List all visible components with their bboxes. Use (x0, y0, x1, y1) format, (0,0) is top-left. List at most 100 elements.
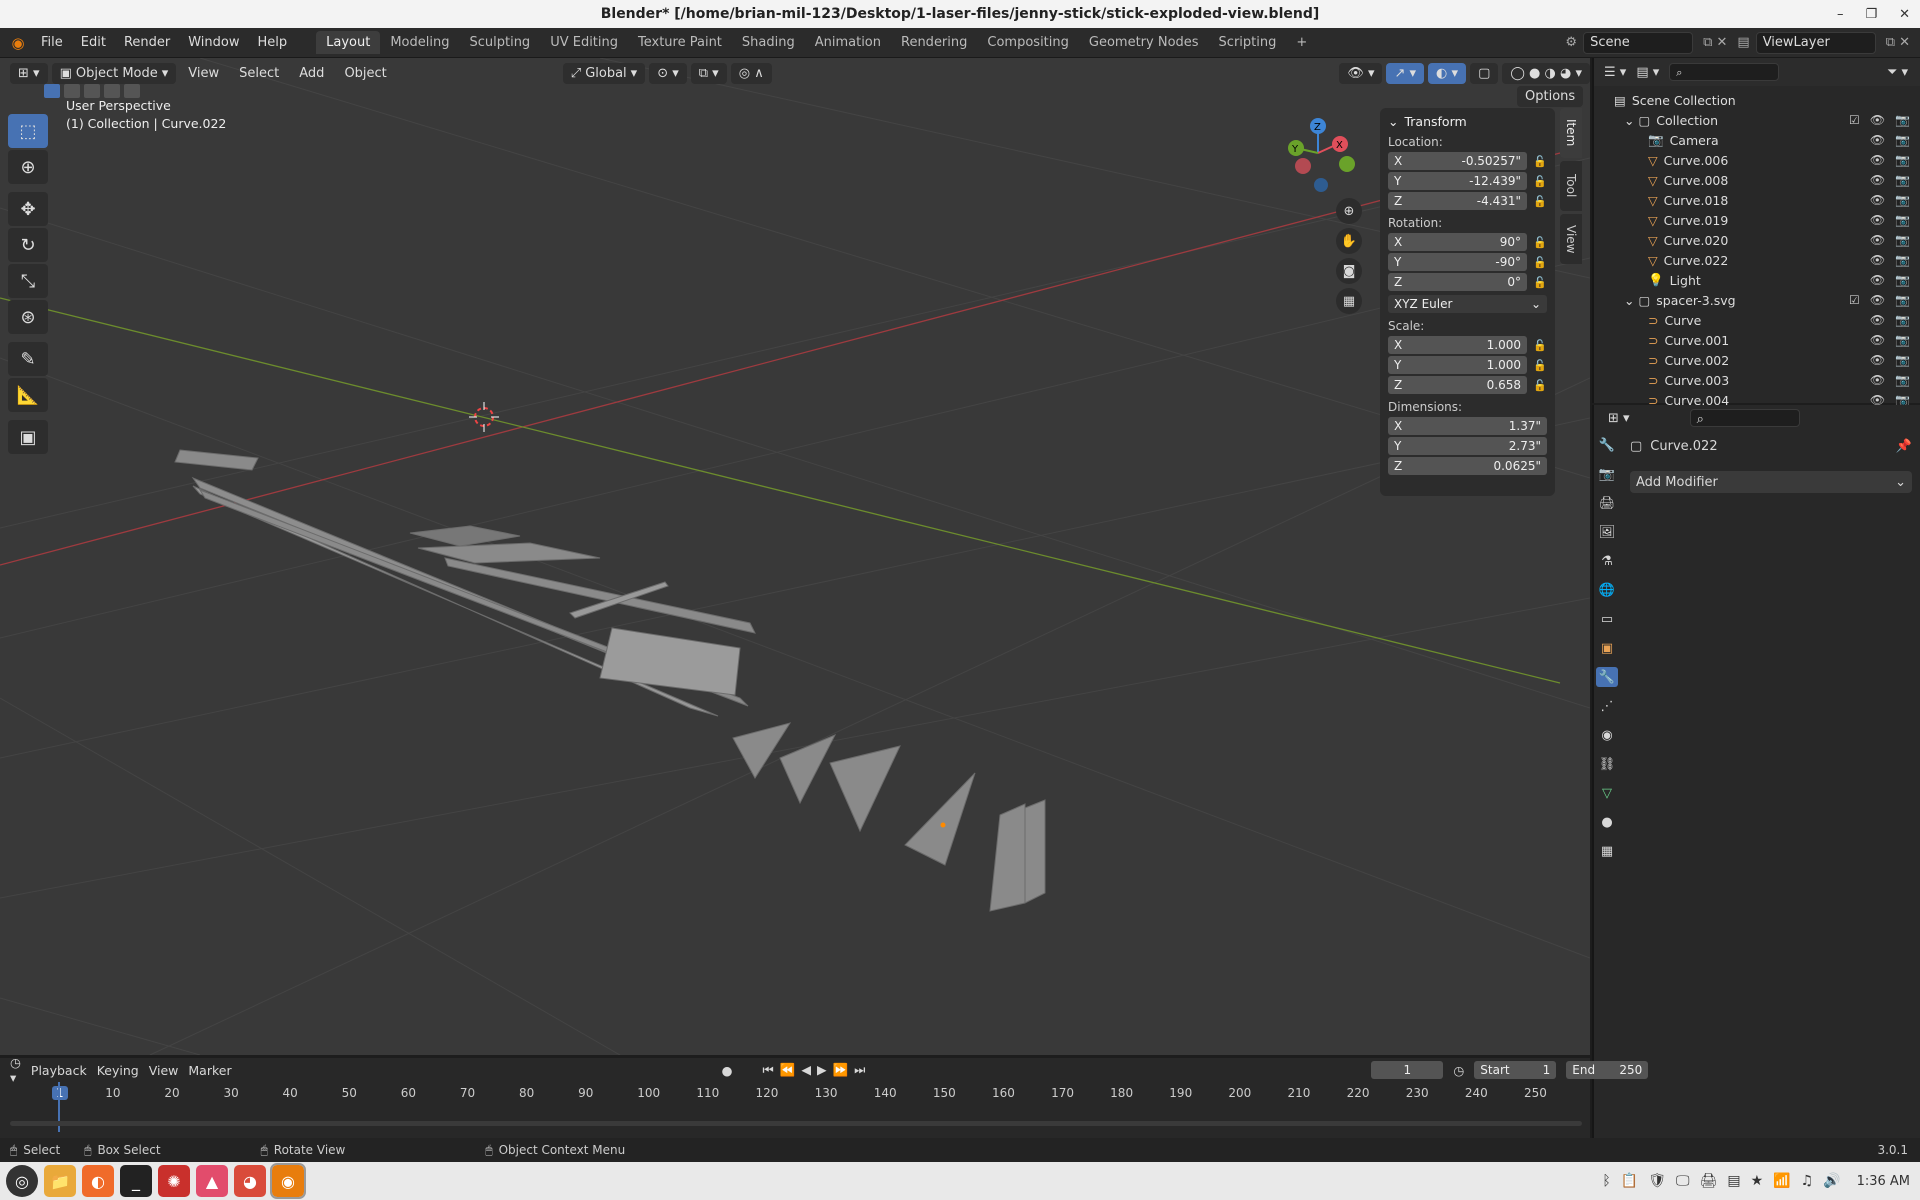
close-icon[interactable]: ✕ (1899, 7, 1910, 22)
move-tool-icon[interactable]: ✥ (8, 192, 48, 226)
eye-icon[interactable]: 👁 (1870, 333, 1885, 347)
snap-icon[interactable]: ⧉ ▾ (690, 62, 727, 84)
eye-icon[interactable]: 👁 (1870, 113, 1885, 127)
menu-edit[interactable]: Edit (72, 35, 115, 50)
list-item[interactable]: ⌄ ▢ Collection ☑ 👁 📷 (1614, 110, 1920, 130)
list-item[interactable]: ⊃ Curve.001 👁 📷 (1614, 330, 1920, 350)
camera-icon[interactable]: 📷 (1895, 313, 1910, 327)
menu-view[interactable]: View (180, 63, 227, 84)
overlay-toggle-icon[interactable]: ◐ ▾ (1428, 62, 1467, 84)
physics-icon[interactable]: ◉ (1596, 725, 1618, 745)
zoom-icon[interactable]: ⊕ (1336, 198, 1362, 224)
tab-uv-editing[interactable]: UV Editing (540, 31, 628, 54)
add-workspace-icon[interactable]: + (1286, 31, 1317, 54)
properties-editor-icon[interactable]: ⊞ ▾ (1608, 411, 1630, 426)
camera-icon[interactable]: 📷 (1895, 373, 1910, 387)
eye-icon[interactable]: 👁 (1870, 273, 1885, 287)
list-item[interactable]: ▽ Curve.018 👁 📷 (1614, 190, 1920, 210)
menu-marker[interactable]: Marker (188, 1063, 231, 1078)
start-frame-field[interactable]: Start 1 (1474, 1061, 1557, 1079)
scene-props-icon[interactable]: ⚗ (1596, 551, 1618, 571)
select-subtract-icon[interactable] (84, 84, 100, 98)
camera-icon[interactable]: 📷 (1895, 193, 1910, 207)
add-modifier-button[interactable]: Add Modifier ⌄ (1630, 471, 1912, 493)
rotate-tool-icon[interactable]: ↻ (8, 228, 48, 262)
lock-icon[interactable]: 🔓 (1533, 359, 1547, 372)
end-frame-field[interactable]: End 250 (1566, 1061, 1649, 1079)
camera-icon[interactable]: 📷 (1895, 173, 1910, 187)
pan-hand-icon[interactable]: ✋ (1336, 228, 1362, 254)
notes-icon[interactable]: ▤ (1727, 1173, 1740, 1189)
bluetooth-icon[interactable]: ᛒ (1602, 1173, 1610, 1189)
tab-animation[interactable]: Animation (805, 31, 891, 54)
tab-item[interactable]: Item (1560, 108, 1582, 158)
mesh-objects[interactable] (174, 449, 1046, 912)
navigation-gizmo[interactable]: Z X Y (1288, 118, 1355, 192)
clock-icon[interactable]: ◷ (1453, 1063, 1464, 1078)
menu-add[interactable]: Add (291, 63, 332, 84)
world-icon[interactable]: 🌐 (1596, 580, 1618, 600)
render-icon[interactable]: 📷 (1596, 464, 1618, 484)
list-item[interactable]: ⊃ Curve 👁 📷 (1614, 310, 1920, 330)
rotation-y-field[interactable]: Y -90° (1388, 253, 1527, 271)
camera-icon[interactable]: 📷 (1895, 293, 1910, 307)
data-props-icon[interactable]: ▽ (1596, 783, 1618, 803)
tab-view[interactable]: View (1560, 214, 1582, 264)
dimensions-z-field[interactable]: Z 0.0625" (1388, 457, 1547, 475)
scene-icon[interactable]: ⚙ (1565, 35, 1577, 50)
location-y-field[interactable]: Y -12.439" (1388, 172, 1527, 190)
tab-geometry-nodes[interactable]: Geometry Nodes (1079, 31, 1209, 54)
location-z-field[interactable]: Z -4.431" (1388, 192, 1527, 210)
camera-icon[interactable]: 📷 (1895, 333, 1910, 347)
lock-icon[interactable]: 🔓 (1533, 236, 1547, 249)
app-icon[interactable]: ✺ (158, 1165, 190, 1197)
restore-icon[interactable]: ❐ (1865, 7, 1877, 22)
measure-tool-icon[interactable]: 📐 (8, 378, 48, 412)
proportional-edit-icon[interactable]: ◎ ∧ (730, 62, 772, 84)
tab-compositing[interactable]: Compositing (977, 31, 1079, 54)
camera-icon[interactable]: 📷 (1895, 253, 1910, 267)
scale-x-field[interactable]: X 1.000 (1388, 336, 1527, 354)
tab-rendering[interactable]: Rendering (891, 31, 977, 54)
eye-icon[interactable]: 👁 (1870, 253, 1885, 267)
wifi-icon[interactable]: 📶 (1773, 1173, 1790, 1189)
scale-tool-icon[interactable]: ⤡ (8, 264, 48, 298)
menu-select[interactable]: Select (231, 63, 287, 84)
menu-file[interactable]: File (32, 35, 72, 50)
checkbox-icon[interactable]: ☑ (1849, 113, 1860, 127)
firefox-icon[interactable]: ◐ (82, 1165, 114, 1197)
eye-icon[interactable]: 👁 (1870, 173, 1885, 187)
new-viewlayer-icon[interactable]: ⧉ ✕ (1886, 35, 1910, 50)
scale-y-field[interactable]: Y 1.000 (1388, 356, 1527, 374)
lock-icon[interactable]: 🔓 (1533, 155, 1547, 168)
3d-viewport[interactable]: Z X Y User Perspective (1) Collection | … (0, 58, 1590, 1055)
gizmo-toggle-icon[interactable]: ↗ ▾ (1386, 62, 1425, 84)
texture-icon[interactable]: ▦ (1596, 841, 1618, 861)
modifier-props-icon[interactable]: 🔧 (1596, 667, 1618, 687)
collection-props-icon[interactable]: ▭ (1596, 609, 1618, 629)
visibility-icon[interactable]: 👁 ▾ (1339, 62, 1383, 84)
scene-selector[interactable]: Scene (1583, 31, 1694, 54)
ortho-toggle-icon[interactable]: ▦ (1336, 288, 1362, 314)
tab-sculpting[interactable]: Sculpting (459, 31, 540, 54)
record-icon[interactable]: ● (722, 1063, 733, 1078)
view-layer-icon[interactable]: 🖼 (1596, 522, 1618, 542)
lock-icon[interactable]: 🔓 (1533, 379, 1547, 392)
add-cube-tool-icon[interactable]: ▣ (8, 420, 48, 454)
current-frame-field[interactable]: 1 (1371, 1061, 1444, 1079)
annotate-tool-icon[interactable]: ✎ (8, 342, 48, 376)
gimp-icon[interactable]: ◕ (234, 1165, 266, 1197)
particles-icon[interactable]: ⋰ (1596, 696, 1618, 716)
object-props-icon[interactable]: ▣ (1596, 638, 1618, 658)
outliner-search-input[interactable]: ⌕ (1669, 63, 1780, 81)
music-icon[interactable]: ♫ (1801, 1173, 1814, 1189)
lock-icon[interactable]: 🔓 (1533, 256, 1547, 269)
image-viewer-icon[interactable]: ▲ (196, 1165, 228, 1197)
tab-layout[interactable]: Layout (316, 31, 381, 54)
clock[interactable]: 1:36 AM (1857, 1174, 1910, 1189)
dimensions-y-field[interactable]: Y 2.73" (1388, 437, 1547, 455)
checkbox-icon[interactable]: ☑ (1849, 293, 1860, 307)
list-item[interactable]: ▽ Curve.019 👁 📷 (1614, 210, 1920, 230)
tool-settings-icon[interactable]: 🔧 (1596, 435, 1618, 455)
location-x-field[interactable]: X -0.50257" (1388, 152, 1527, 170)
